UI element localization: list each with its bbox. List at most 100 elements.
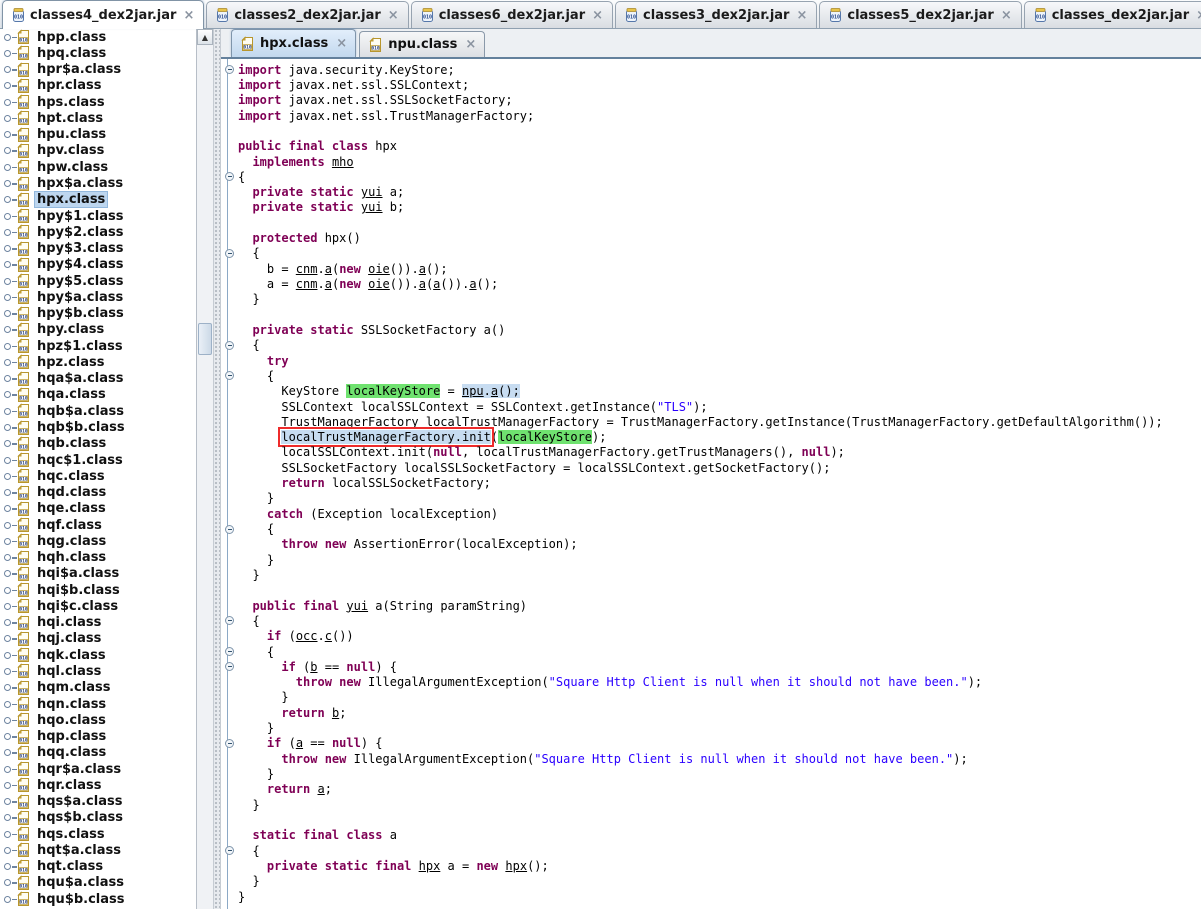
fold-collapse-icon[interactable] <box>225 371 234 380</box>
tree-item-hqb-a-class[interactable]: 010 hqb$a.class <box>0 403 196 419</box>
tree-item-hpy-class[interactable]: 010 hpy.class <box>0 322 196 338</box>
fold-collapse-icon[interactable] <box>225 525 234 534</box>
tree-item-hpy-b-class[interactable]: 010 hpy$b.class <box>0 306 196 322</box>
tree-item-hqu-a-class[interactable]: 010 hqu$a.class <box>0 875 196 891</box>
close-tab-icon[interactable]: × <box>336 37 347 50</box>
fold-collapse-icon[interactable] <box>225 662 234 671</box>
jar-tab-classes4_dex2jar-jar[interactable]: 010 classes4_dex2jar.jar× <box>2 0 204 29</box>
tree-expand-handle[interactable] <box>4 570 16 577</box>
tree-item-hqi-a-class[interactable]: 010 hqi$a.class <box>0 566 196 582</box>
tree-item-hqm-class[interactable]: 010 hqm.class <box>0 680 196 696</box>
code-link[interactable]: a <box>318 782 325 796</box>
tree-item-hpq-class[interactable]: 010 hpq.class <box>0 45 196 61</box>
tree-item-hqj-class[interactable]: 010 hqj.class <box>0 631 196 647</box>
tree-expand-handle[interactable] <box>4 684 16 691</box>
tree-expand-handle[interactable] <box>4 245 16 252</box>
tree-expand-handle[interactable] <box>4 115 16 122</box>
tree-expand-handle[interactable] <box>4 326 16 333</box>
tree-expand-handle[interactable] <box>4 375 16 382</box>
close-tab-icon[interactable]: × <box>592 9 603 22</box>
tree-item-hqq-class[interactable]: 010 hqq.class <box>0 745 196 761</box>
tree-expand-handle[interactable] <box>4 408 16 415</box>
tree-item-hqs-class[interactable]: 010 hqs.class <box>0 826 196 842</box>
tree-expand-handle[interactable] <box>4 701 16 708</box>
scrollbar-thumb[interactable] <box>198 323 212 355</box>
tree-item-hpz-class[interactable]: 010 hpz.class <box>0 354 196 370</box>
tree-expand-handle[interactable] <box>4 66 16 73</box>
fold-collapse-icon[interactable] <box>225 616 234 625</box>
tree-item-hqs-a-class[interactable]: 010 hqs$a.class <box>0 793 196 809</box>
tree-expand-handle[interactable] <box>4 278 16 285</box>
tree-expand-handle[interactable] <box>4 131 16 138</box>
code-link[interactable]: a <box>325 277 332 291</box>
code-link[interactable]: yui <box>361 200 383 214</box>
tree-item-hpy-3-class[interactable]: 010 hpy$3.class <box>0 240 196 256</box>
tree-expand-handle[interactable] <box>4 847 16 854</box>
fold-collapse-icon[interactable] <box>225 65 234 74</box>
tree-expand-handle[interactable] <box>4 863 16 870</box>
tree-item-hpy-5-class[interactable]: 010 hpy$5.class <box>0 273 196 289</box>
tree-expand-handle[interactable] <box>4 343 16 350</box>
code-link[interactable]: oie <box>368 277 390 291</box>
tree-expand-handle[interactable] <box>4 766 16 773</box>
jar-tab-classes_dex2jar-jar[interactable]: 010 classes_dex2jar.jar× <box>1024 1 1201 28</box>
tree-expand-handle[interactable] <box>4 554 16 561</box>
tree-item-hpy-4-class[interactable]: 010 hpy$4.class <box>0 257 196 273</box>
code-link[interactable]: a <box>419 262 426 276</box>
close-tab-icon[interactable]: × <box>1001 9 1012 22</box>
tree-expand-handle[interactable] <box>4 164 16 171</box>
tree-expand-handle[interactable] <box>4 391 16 398</box>
close-tab-icon[interactable]: × <box>183 9 194 22</box>
tree-expand-handle[interactable] <box>4 831 16 838</box>
code-link[interactable]: oie <box>368 262 390 276</box>
tree-expand-handle[interactable] <box>4 457 16 464</box>
tree-item-hqi-class[interactable]: 010 hqi.class <box>0 615 196 631</box>
tree-item-hqa-a-class[interactable]: 010 hqa$a.class <box>0 371 196 387</box>
code-link[interactable]: a <box>296 736 303 750</box>
code-link[interactable]: yui <box>361 185 383 199</box>
tree-expand-handle[interactable] <box>4 879 16 886</box>
tree-expand-handle[interactable] <box>4 538 16 545</box>
tree-item-hqc-class[interactable]: 010 hqc.class <box>0 468 196 484</box>
tree-item-hpu-class[interactable]: 010 hpu.class <box>0 127 196 143</box>
tree-expand-handle[interactable] <box>4 213 16 220</box>
tree-expand-handle[interactable] <box>4 814 16 821</box>
tree-item-hpz-1-class[interactable]: 010 hpz$1.class <box>0 338 196 354</box>
tree-item-hpw-class[interactable]: 010 hpw.class <box>0 159 196 175</box>
tree-item-hqs-b-class[interactable]: 010 hqs$b.class <box>0 810 196 826</box>
tree-expand-handle[interactable] <box>4 489 16 496</box>
tree-item-hqo-class[interactable]: 010 hqo.class <box>0 712 196 728</box>
tree-expand-handle[interactable] <box>4 34 16 41</box>
tree-expand-handle[interactable] <box>4 587 16 594</box>
code-link[interactable]: hpx <box>419 859 441 873</box>
jar-tab-classes6_dex2jar-jar[interactable]: 010 classes6_dex2jar.jar× <box>411 1 613 28</box>
fold-collapse-icon[interactable] <box>225 249 234 258</box>
close-tab-icon[interactable]: × <box>388 9 399 22</box>
tree-expand-handle[interactable] <box>4 359 16 366</box>
scroll-up-button[interactable]: ▲ <box>197 29 213 45</box>
tree-item-hqr-a-class[interactable]: 010 hqr$a.class <box>0 761 196 777</box>
tree-item-hpy-a-class[interactable]: 010 hpy$a.class <box>0 289 196 305</box>
tree-expand-handle[interactable] <box>4 180 16 187</box>
tree-item-hqt-a-class[interactable]: 010 hqt$a.class <box>0 842 196 858</box>
close-tab-icon[interactable]: × <box>796 9 807 22</box>
tree-expand-handle[interactable] <box>4 310 16 317</box>
fold-collapse-icon[interactable] <box>225 341 234 350</box>
tree-expand-handle[interactable] <box>4 50 16 57</box>
tree-item-hqi-c-class[interactable]: 010 hqi$c.class <box>0 598 196 614</box>
fold-collapse-icon[interactable] <box>225 172 234 181</box>
code-link[interactable]: a <box>469 277 476 291</box>
tree-item-hqi-b-class[interactable]: 010 hqi$b.class <box>0 582 196 598</box>
tree-item-hpx-a-class[interactable]: 010 hpx$a.class <box>0 175 196 191</box>
code-link[interactable]: b <box>310 660 317 674</box>
tree-item-hqb-b-class[interactable]: 010 hqb$b.class <box>0 419 196 435</box>
tree-expand-handle[interactable] <box>4 782 16 789</box>
tree-expand-handle[interactable] <box>4 424 16 431</box>
tree-expand-handle[interactable] <box>4 505 16 512</box>
tree-item-hqp-class[interactable]: 010 hqp.class <box>0 728 196 744</box>
tree-item-hpv-class[interactable]: 010 hpv.class <box>0 143 196 159</box>
tree-expand-handle[interactable] <box>4 196 16 203</box>
tree-expand-handle[interactable] <box>4 522 16 529</box>
tree-expand-handle[interactable] <box>4 99 16 106</box>
tree-expand-handle[interactable] <box>4 473 16 480</box>
